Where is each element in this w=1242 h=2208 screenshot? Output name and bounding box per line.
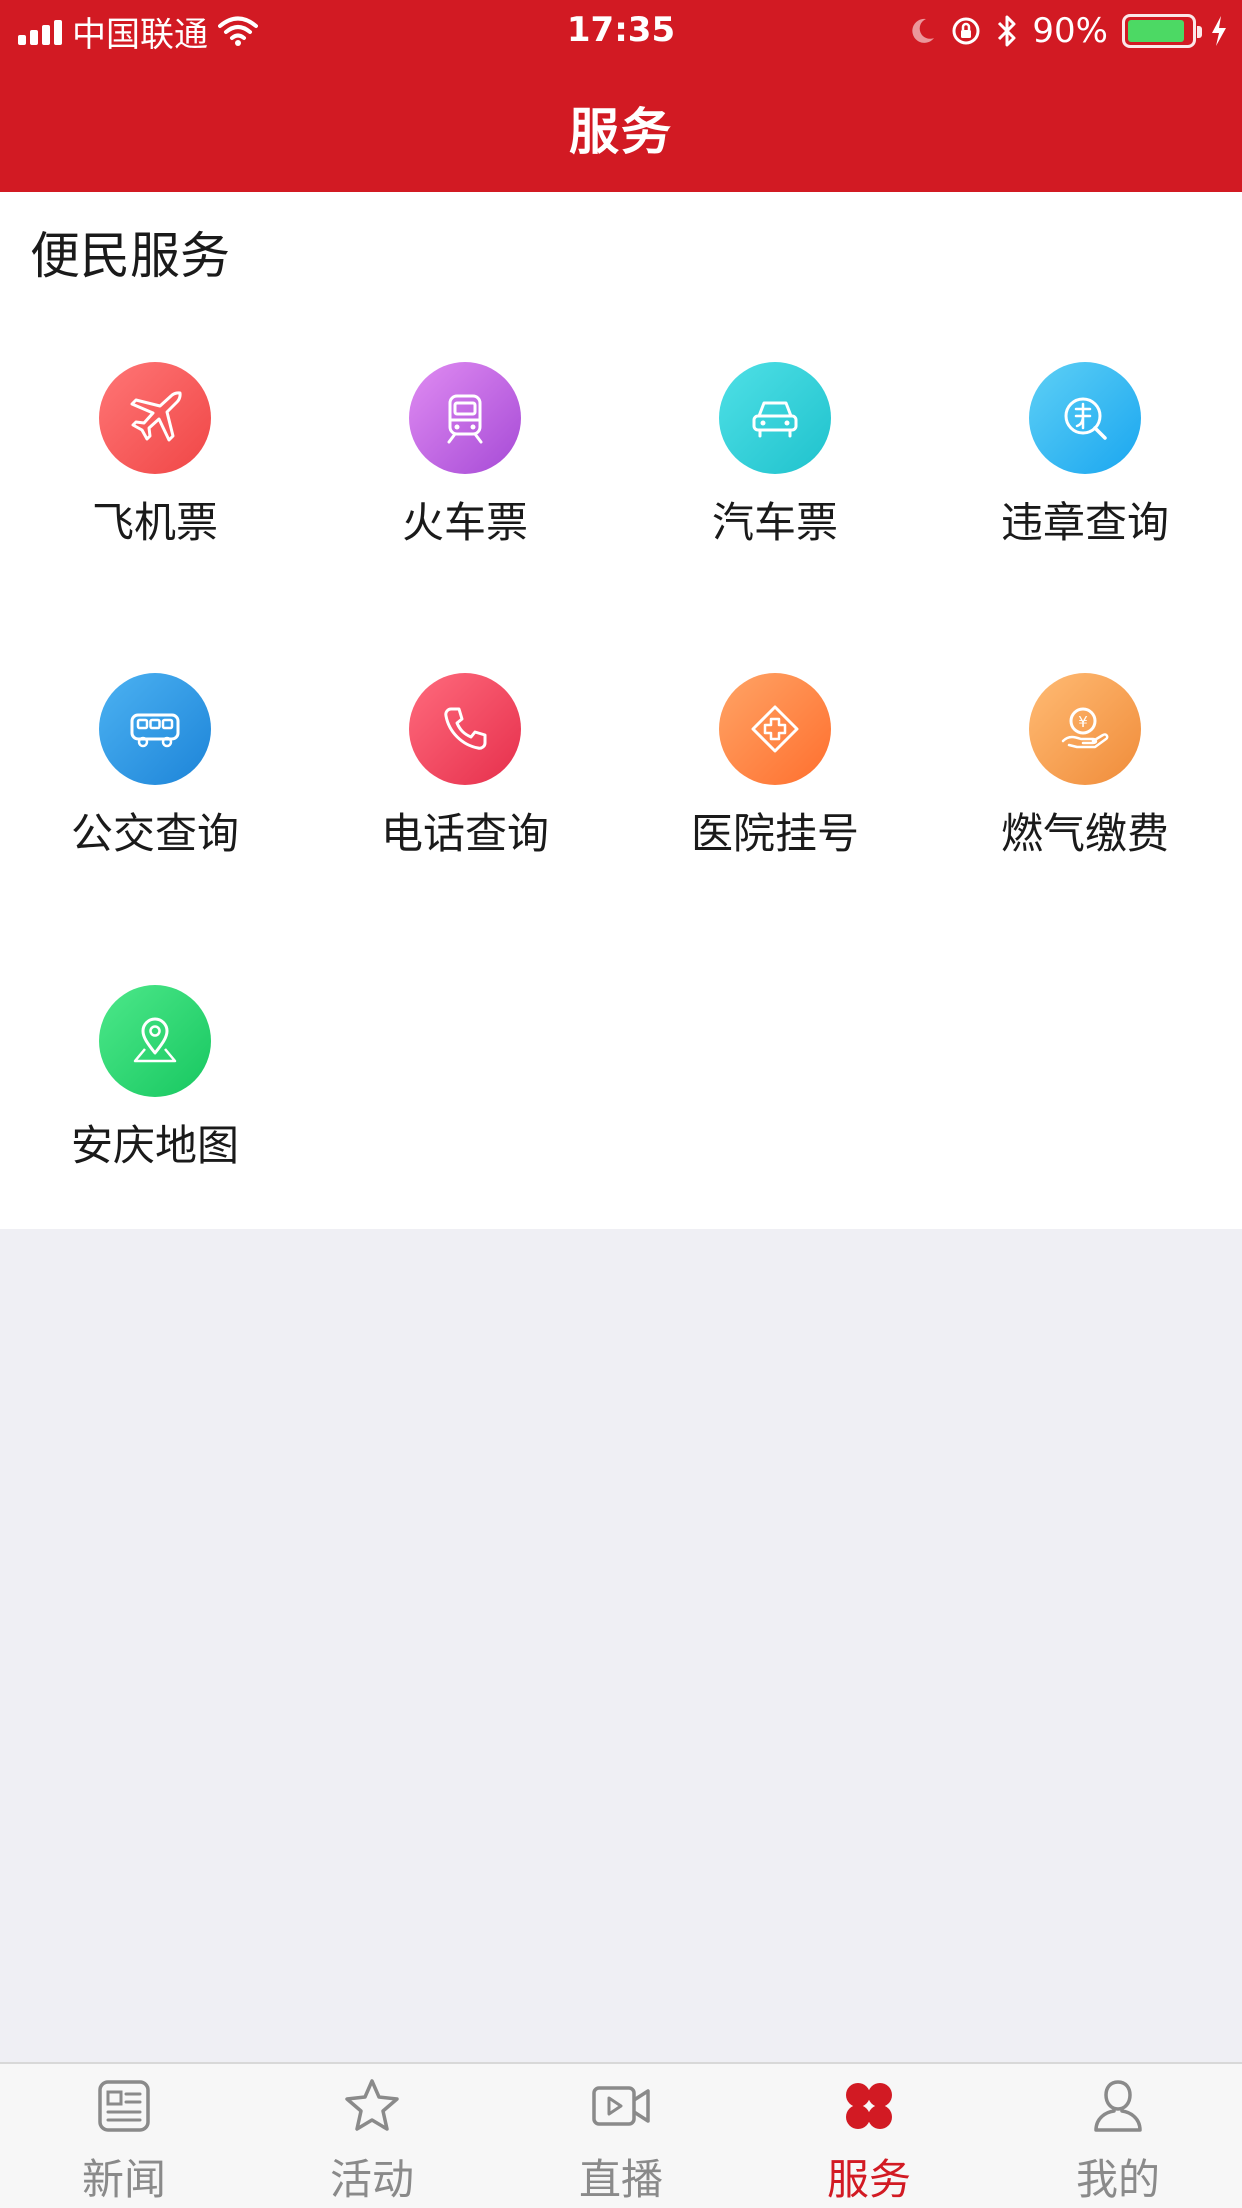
top-bar: 中国联通 17:35 90% 服务 <box>0 0 1242 192</box>
service-label: 电话查询 <box>380 809 549 858</box>
service-label: 医院挂号 <box>690 809 859 858</box>
profile-icon <box>1094 2080 1142 2132</box>
video-icon <box>592 2086 650 2126</box>
phone-icon <box>409 673 521 785</box>
page-title: 服务 <box>569 103 673 161</box>
service-gas-payment[interactable]: ¥ 燃气缴费 <box>930 673 1240 873</box>
map-pin-icon <box>99 985 211 1097</box>
service-label: 飞机票 <box>91 498 218 547</box>
tab-label: 活动 <box>329 2155 414 2204</box>
service-label: 公交查询 <box>70 809 239 858</box>
bus-icon <box>99 673 211 785</box>
tab-live[interactable]: 直播 <box>497 2064 745 2208</box>
service-label: 火车票 <box>401 498 528 547</box>
service-label: 安庆地图 <box>70 1121 239 1170</box>
moon-icon <box>912 18 935 43</box>
status-right: 90% <box>908 10 1228 52</box>
news-icon <box>98 2080 150 2132</box>
tab-news[interactable]: 新闻 <box>0 2064 248 2208</box>
app-screen: 中国联通 17:35 90% 服务 便民服务 飞机票 火车票 汽车票 违章查询 … <box>0 0 1242 2208</box>
service-phone-query[interactable]: 电话查询 <box>310 673 620 873</box>
orientation-lock-icon <box>952 17 980 45</box>
car-icon <box>719 362 831 474</box>
services-clover-icon <box>846 2083 892 2129</box>
violation-search-icon <box>1029 362 1141 474</box>
star-icon <box>345 2079 399 2131</box>
battery-level-fill <box>1128 20 1184 42</box>
tab-label: 直播 <box>578 2155 663 2204</box>
services-card: 便民服务 飞机票 火车票 汽车票 违章查询 公交查询 电话查询 医院挂号 ¥ 燃… <box>0 192 1242 1229</box>
tab-bar: 新闻 活动 直播 服务 我的 <box>0 2062 1242 2208</box>
service-anqing-map[interactable]: 安庆地图 <box>0 985 310 1185</box>
service-train-tickets[interactable]: 火车票 <box>310 362 620 562</box>
tab-label: 新闻 <box>81 2155 166 2204</box>
service-label: 燃气缴费 <box>1000 809 1169 858</box>
tab-label: 我的 <box>1075 2155 1160 2204</box>
service-flight-tickets[interactable]: 飞机票 <box>0 362 310 562</box>
status-bar: 中国联通 17:35 90% <box>0 0 1242 62</box>
svg-text:¥: ¥ <box>1078 713 1088 731</box>
service-hospital-registration[interactable]: 医院挂号 <box>620 673 930 873</box>
train-icon <box>409 362 521 474</box>
hospital-icon <box>719 673 831 785</box>
airplane-icon <box>99 362 211 474</box>
charging-bolt-icon <box>1212 16 1226 46</box>
service-label: 违章查询 <box>1000 498 1169 547</box>
battery-icon <box>1122 14 1202 48</box>
service-bus-query[interactable]: 公交查询 <box>0 673 310 873</box>
service-violation-query[interactable]: 违章查询 <box>930 362 1240 562</box>
tab-label: 服务 <box>826 2155 911 2204</box>
bluetooth-icon <box>998 15 1016 47</box>
tab-profile[interactable]: 我的 <box>994 2064 1242 2208</box>
section-title: 便民服务 <box>30 227 230 285</box>
battery-percent: 90% <box>1032 11 1108 51</box>
tab-activities[interactable]: 活动 <box>248 2064 496 2208</box>
service-bus-tickets[interactable]: 汽车票 <box>620 362 930 562</box>
gas-payment-icon: ¥ <box>1029 673 1141 785</box>
tab-services[interactable]: 服务 <box>745 2064 993 2208</box>
service-label: 汽车票 <box>711 498 838 547</box>
